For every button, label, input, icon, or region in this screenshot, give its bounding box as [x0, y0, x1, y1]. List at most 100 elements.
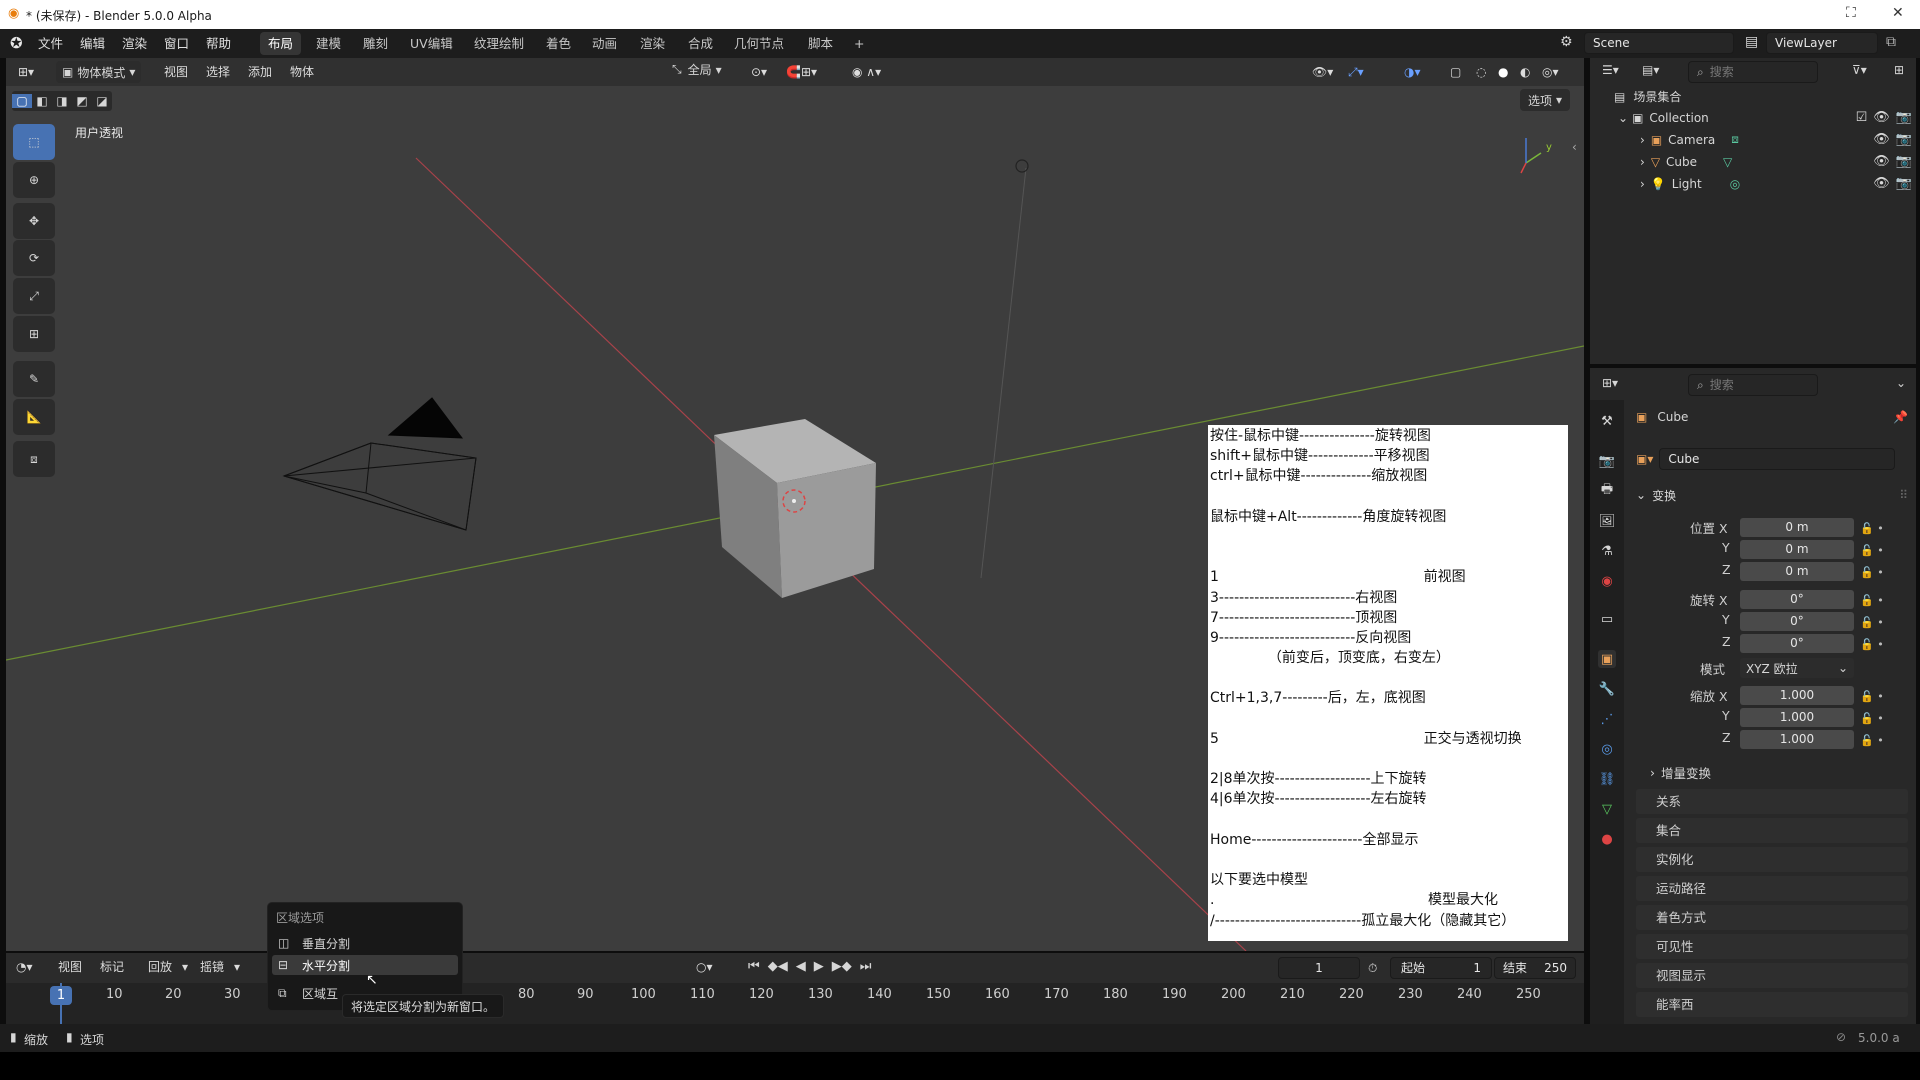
timeline-menu-keying[interactable]: 摇镜 [200, 956, 224, 978]
eye-icon[interactable]: 👁 [1873, 154, 1890, 169]
render-tab-icon[interactable]: 📷 [1598, 452, 1616, 470]
eye-icon[interactable]: 👁 [1873, 132, 1890, 147]
display-mode-icon[interactable]: ▤▾ [1642, 63, 1659, 77]
menu-add[interactable]: 添加 [248, 61, 272, 83]
object-name-field[interactable]: Cube [1659, 448, 1896, 470]
camera-render-icon[interactable]: 📷 [1896, 154, 1912, 169]
mode-selector[interactable]: ▣ 物体模式 ▾ [56, 61, 142, 83]
properties-search[interactable]: ⌕ 搜索 [1688, 374, 1818, 396]
menu-select[interactable]: 选择 [206, 61, 230, 83]
object-browse-icon[interactable]: ▣▾ [1636, 452, 1653, 466]
tab-layout[interactable]: 布局 [260, 32, 302, 55]
preview-range-icon[interactable]: ⏱ [1368, 957, 1377, 979]
next-keyframe-icon[interactable]: ▶◆ [832, 959, 852, 974]
playhead-frame-label[interactable]: 1 [50, 986, 72, 1005]
lock-icon[interactable]: 🔓 • [1860, 612, 1900, 634]
view-layer-tab-icon[interactable]: 🖼 [1598, 512, 1616, 530]
end-frame-field[interactable]: 结束 250 [1494, 957, 1576, 979]
menu-render[interactable]: 渲染 [122, 34, 147, 54]
xray-toggle-icon[interactable]: ▢ [1450, 61, 1461, 83]
timeline-menu-view[interactable]: 视图 [58, 956, 82, 978]
scale-x-field[interactable]: 1.000 [1740, 686, 1854, 705]
transform-orientation[interactable]: ⤡ 全局 ▾ [672, 61, 722, 78]
menu-object[interactable]: 物体 [290, 61, 314, 83]
jump-start-icon[interactable]: ⏮ [748, 959, 760, 974]
delta-transform-header[interactable]: › 增量变换 [1650, 762, 1711, 782]
blender-menu-icon[interactable]: ✪ [10, 34, 23, 52]
tab-texture-paint[interactable]: 纹理绘制 [466, 32, 532, 55]
scene-selector[interactable]: Scene [1584, 32, 1734, 54]
menu-file[interactable]: 文件 [38, 34, 63, 54]
outliner-item-cube[interactable]: › ▽ Cube ▽ 👁 📷 [1640, 154, 1912, 169]
lock-icon[interactable]: 🔓 • [1860, 590, 1900, 612]
outliner-item-light[interactable]: › 💡 Light ◎ 👁 📷 [1640, 176, 1912, 191]
object-tab-icon[interactable]: ▣ [1598, 650, 1616, 668]
play-icon[interactable]: ▶ [814, 959, 824, 974]
tab-animation[interactable]: 动画 [584, 32, 625, 55]
lock-icon[interactable]: 🔓 • [1860, 730, 1900, 752]
tab-uv-editing[interactable]: UV编辑 [402, 32, 461, 55]
location-z-field[interactable]: 0 m [1740, 562, 1854, 581]
scale-tool[interactable]: ⤢ [13, 278, 55, 314]
transform-section-header[interactable]: ⌄ 变换 ⠿ [1636, 483, 1908, 507]
tab-scripting[interactable]: 脚本 [800, 32, 841, 55]
material-tab-icon[interactable]: ● [1598, 830, 1616, 848]
select-extend-icon[interactable]: ◧ [32, 94, 52, 108]
instancing-section[interactable]: 实例化 [1636, 847, 1908, 872]
select-box-tool[interactable]: ⬚ [13, 124, 55, 160]
output-tab-icon[interactable]: 🖶 [1598, 482, 1616, 500]
rotation-mode-dropdown[interactable]: XYZ 欧拉 ⌄ [1740, 658, 1854, 678]
annotate-tool[interactable]: ✎ [13, 361, 55, 397]
play-reverse-icon[interactable]: ◀ [796, 959, 806, 974]
properties-options-icon[interactable]: ⌄ [1896, 376, 1906, 390]
rotate-tool[interactable]: ⟳ [13, 240, 55, 276]
editor-type-button[interactable]: ⊞▾ [18, 61, 34, 83]
select-invert-icon[interactable]: ◩ [72, 94, 92, 108]
lock-icon[interactable]: 🔓 • [1860, 686, 1900, 708]
camera-render-icon[interactable]: 📷 [1896, 132, 1912, 147]
outliner-item-camera[interactable]: › ▣ Camera ⧈ 👁 📷 [1640, 132, 1912, 147]
select-intersect-icon[interactable]: ◪ [92, 94, 112, 108]
sidebar-toggle-icon[interactable]: ‹ [1572, 140, 1577, 154]
shading-wireframe-icon[interactable]: ◌ [1476, 61, 1486, 83]
timeline-menu-marker[interactable]: 标记 [100, 956, 124, 978]
view-layer-selector[interactable]: ViewLayer [1766, 32, 1878, 54]
cursor-tool[interactable]: ⊕ [13, 162, 55, 198]
location-x-field[interactable]: 0 m [1740, 518, 1854, 537]
prev-keyframe-icon[interactable]: ◆◀ [768, 959, 788, 974]
lock-icon[interactable]: 🔓 • [1860, 562, 1900, 584]
vertical-split-item[interactable]: ◫ 垂直分割 [272, 933, 458, 953]
move-tool[interactable]: ✥ [13, 203, 55, 239]
measure-tool[interactable]: 📐 [13, 399, 55, 435]
menu-help[interactable]: 帮助 [206, 34, 231, 54]
tab-sculpting[interactable]: 雕刻 [355, 32, 396, 55]
add-workspace-button[interactable]: + [846, 32, 872, 55]
overlay-toggle-icon[interactable]: ◑▾ [1404, 61, 1421, 83]
select-new-icon[interactable]: ▢ [12, 94, 32, 108]
snap-icon[interactable]: 🧲⊞▾ [786, 61, 817, 83]
outliner-editor-type-icon[interactable]: ☰▾ [1602, 63, 1619, 77]
scene-collection-row[interactable]: ▤ 场景集合 [1614, 88, 1681, 105]
eye-icon[interactable]: 👁 [1873, 110, 1890, 125]
properties-editor-type-icon[interactable]: ⊞▾ [1602, 376, 1618, 390]
transform-tool[interactable]: ⊞ [13, 316, 55, 352]
camera-render-icon[interactable]: 📷 [1896, 110, 1912, 125]
camera-render-icon[interactable]: 📷 [1896, 176, 1912, 191]
shading-material-icon[interactable]: ◐ [1520, 61, 1530, 83]
constraints-tab-icon[interactable]: ⛓ [1598, 770, 1616, 788]
data-tab-icon[interactable]: ▽ [1598, 800, 1616, 818]
select-subtract-icon[interactable]: ◨ [52, 94, 72, 108]
menu-window[interactable]: 窗口 [164, 34, 189, 54]
rotation-z-field[interactable]: 0° [1740, 634, 1854, 653]
checkbox-icon[interactable]: ☑ [1856, 110, 1868, 125]
shading-solid-icon[interactable]: ● [1498, 61, 1508, 83]
world-tab-icon[interactable]: ◉ [1598, 572, 1616, 590]
visibility-section[interactable]: 可见性 [1636, 934, 1908, 959]
tab-rendering[interactable]: 渲染 [632, 32, 673, 55]
physics-tab-icon[interactable]: ◎ [1598, 740, 1616, 758]
gizmo-toggle-icon[interactable]: ⤢▾ [1348, 61, 1364, 83]
tool-tab-icon[interactable]: ⚒ [1598, 412, 1616, 430]
motion-paths-section[interactable]: 运动路径 [1636, 876, 1908, 901]
filter-icon[interactable]: ⊽▾ [1852, 63, 1867, 77]
tab-compositing[interactable]: 合成 [680, 32, 721, 55]
